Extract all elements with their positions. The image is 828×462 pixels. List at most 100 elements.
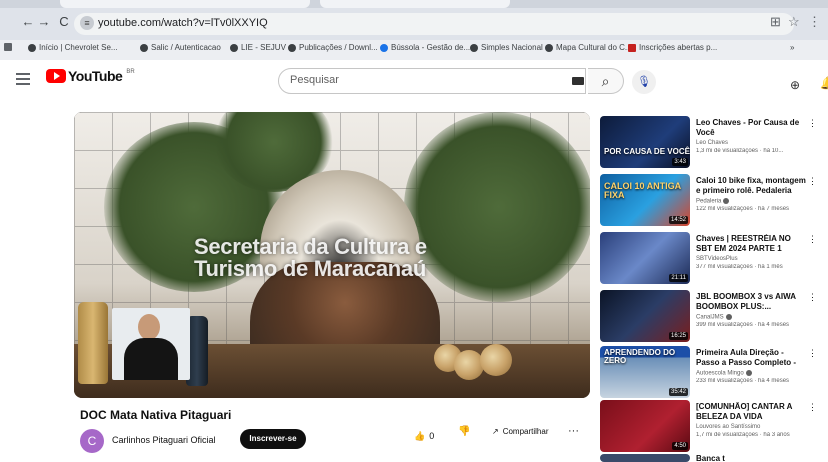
bookmark-label: Simples Nacional [481,43,543,52]
more-options-icon[interactable]: ⋮ [808,402,817,413]
reload-button[interactable]: C [56,14,72,29]
dislike-icon: 👎 [458,426,471,437]
video-thumbnail[interactable] [600,454,690,462]
recommendation-channel[interactable]: Pedaleria [696,198,730,205]
bookmark-3[interactable]: Publicações / Downl... [288,43,378,52]
recommendation-title[interactable]: Primeira Aula Direção - Passo a Passo Co… [696,348,806,368]
recommendation-channel[interactable]: SBTVideosPlus [696,256,738,262]
recommendation-channel[interactable]: Louvores ao Santíssimo [696,424,760,430]
recommendation-title[interactable]: Caloi 10 bike fixa, montagem e primeiro … [696,176,806,196]
youtube-logo[interactable]: YouTube BR [46,68,135,84]
recommendation-channel[interactable]: CanalJMS [696,314,732,321]
recommendation-item[interactable]: 21:11 Chaves | REESTRÉIA NO SBT EM 2024 … [600,232,822,288]
more-options-icon[interactable]: ⋮ [808,118,817,129]
recommendation-item-partial[interactable]: Banca t [600,454,822,462]
dislike-button[interactable]: 👎 [458,426,470,437]
interpreter-body [124,338,178,380]
grid-icon [4,43,12,51]
channel-label: Pedaleria [696,198,722,205]
recommendation-meta: 1,3 mi de visualizações · há 10... [696,148,784,154]
bookmark-5[interactable]: Simples Nacional [470,43,543,52]
more-bookmarks-icon[interactable]: » [790,43,794,52]
bookmark-label: Publicações / Downl... [299,43,378,52]
sign-language-interpreter [112,308,190,380]
red-bookmark-icon [628,43,636,52]
recommendation-item[interactable]: CALOI 10 ANTIGA FIXA 14:52 Caloi 10 bike… [600,174,822,230]
browser-tab[interactable] [320,0,510,8]
site-info-icon[interactable]: ≡ [80,16,94,30]
share-button[interactable]: ↗ Compartilhar [492,427,549,436]
bookmark-label: LIE - SEJUV [241,43,286,52]
bookmark-label: Salic / Autenticacao [151,43,221,52]
video-thumbnail[interactable]: 4:50 [600,400,690,452]
video-player[interactable]: Secretaria da Cultura e Turismo de Marac… [74,112,590,398]
thumbnail-caption: APRENDENDO DO ZERO [604,348,676,365]
keyboard-icon[interactable] [572,77,584,85]
notifications-icon[interactable]: 🔔 [820,76,828,90]
bookmark-2[interactable]: LIE - SEJUV [230,43,286,52]
create-icon[interactable]: ⊕ [790,78,800,92]
recommendation-channel[interactable]: Leo Chaves [696,140,728,146]
recommendation-item[interactable]: 4:50 [COMUNHÃO] CANTAR A BELEZA DA VIDA … [600,400,822,456]
recommendation-title[interactable]: JBL BOOMBOX 3 vs AIWA BOOMBOX PLUS:... [696,292,806,312]
duration-badge: 14:52 [668,216,688,224]
translate-icon[interactable]: ⊞ [770,14,781,30]
share-label: Compartilhar [502,427,549,436]
extensions-icon[interactable]: ⋮ [808,14,821,30]
channel-name[interactable]: Carlinhos Pitaguari Oficial [112,435,216,445]
bookmark-1[interactable]: Salic / Autenticacao [140,43,221,52]
recommendation-title[interactable]: Chaves | REESTRÉIA NO SBT EM 2024 PARTE … [696,234,806,254]
interpreter-head [138,314,160,340]
duration-badge: 4:50 [672,442,688,450]
like-count: 0 [429,431,435,441]
search-button[interactable]: ⌕ [588,68,624,94]
bookmark-icon [288,43,296,52]
video-thumbnail[interactable]: 16:25 [600,290,690,342]
video-thumbnail[interactable]: CALOI 10 ANTIGA FIXA 14:52 [600,174,690,226]
like-button[interactable]: 👍 0 [414,426,434,446]
recommendation-title[interactable]: Banca t [696,454,806,462]
more-options-icon[interactable]: ⋮ [808,176,817,187]
subscribe-button[interactable]: Inscrever-se [240,429,306,449]
recommendation-channel[interactable]: Autoescola Mingo [696,370,752,377]
recommendation-title[interactable]: Leo Chaves - Por Causa de Você [696,118,806,138]
recommendation-item[interactable]: POR CAUSA DE VOCÊ 3:43 Leo Chaves - Por … [600,116,822,172]
apps-icon[interactable] [4,43,12,51]
recommendation-item[interactable]: APRENDENDO DO ZERO 35:42 Primeira Aula D… [600,346,822,402]
bookmark-7[interactable]: Inscrições abertas p... [628,43,717,52]
bookmark-icon [230,43,238,52]
bookmark-label: Início | Chevrolet Se... [39,43,118,52]
bookmark-4[interactable]: Bússola - Gestão de... [380,43,470,52]
video-thumbnail[interactable]: 21:11 [600,232,690,284]
star-icon[interactable]: ☆ [788,14,800,30]
recommendation-title[interactable]: [COMUNHÃO] CANTAR A BELEZA DA VIDA [696,402,806,422]
share-icon: ↗ [492,427,499,436]
thumbnail-caption: CALOI 10 ANTIGA FIXA [604,181,681,200]
browser-tab[interactable] [60,0,310,8]
recommendation-meta: 1,7 mi de visualizações · há 3 anos [696,432,790,438]
channel-label: CanalJMS [696,314,724,321]
video-thumbnail[interactable]: POR CAUSA DE VOCÊ 3:43 [600,116,690,168]
more-options-icon[interactable]: ⋮ [808,292,817,303]
country-code: BR [126,69,135,75]
more-options-icon[interactable]: ⋮ [808,234,817,245]
back-button[interactable]: ← [20,14,36,29]
youtube-play-icon [46,69,66,83]
menu-icon[interactable] [16,70,30,88]
more-options-icon[interactable]: ⋮ [808,348,817,359]
bookmark-0[interactable]: Início | Chevrolet Se... [28,43,118,52]
video-overlay-title: Secretaria da Cultura e Turismo de Marac… [194,234,427,281]
forward-button[interactable]: → [36,14,52,29]
mic-icon: 🎙 [637,76,651,88]
channel-avatar[interactable]: C [80,429,104,453]
maraca [480,344,512,376]
voice-search-button[interactable]: 🎙 [632,70,656,94]
bookmark-6[interactable]: Mapa Cultural do C... [545,43,632,52]
more-actions-button[interactable]: ··· [568,425,579,437]
chevrolet-icon [28,43,36,52]
youtube-wordmark: YouTube [68,68,123,84]
video-thumbnail[interactable]: APRENDENDO DO ZERO 35:42 [600,346,690,398]
recommendation-item[interactable]: 16:25 JBL BOOMBOX 3 vs AIWA BOOMBOX PLUS… [600,290,822,346]
url-text[interactable]: youtube.com/watch?v=lTv0lXXYIQ [98,17,268,29]
duration-badge: 3:43 [672,158,688,166]
